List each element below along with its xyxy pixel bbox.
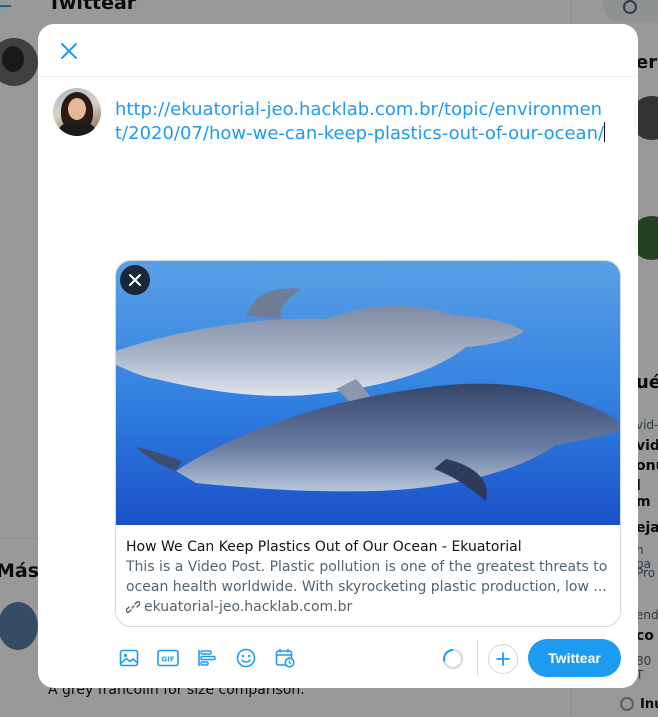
link-preview-card[interactable]: How We Can Keep Plastics Out of Our Ocea… bbox=[115, 260, 621, 627]
text-caret bbox=[604, 122, 606, 142]
remove-card-button[interactable] bbox=[120, 265, 150, 295]
gif-icon: GIF bbox=[156, 649, 179, 667]
user-avatar[interactable] bbox=[53, 88, 101, 136]
poll-button[interactable] bbox=[191, 640, 222, 676]
plus-icon bbox=[496, 652, 510, 666]
link-icon bbox=[126, 601, 140, 613]
close-icon bbox=[129, 274, 141, 286]
modal-header bbox=[38, 24, 638, 77]
media-button[interactable] bbox=[113, 640, 144, 676]
gif-label: GIF bbox=[161, 656, 174, 664]
compose-toolbar: GIF bbox=[113, 640, 300, 676]
link-preview-description: This is a Video Post. Plastic pollution … bbox=[126, 559, 608, 595]
link-preview-domain: ekuatorial-jeo.hacklab.com.br bbox=[144, 599, 353, 615]
close-icon bbox=[61, 43, 77, 59]
schedule-button[interactable] bbox=[269, 640, 300, 676]
emoji-button[interactable] bbox=[230, 640, 261, 676]
close-button[interactable] bbox=[54, 36, 84, 66]
tweet-button[interactable]: Twittear bbox=[528, 639, 621, 677]
dolphins-image bbox=[116, 261, 620, 525]
image-icon bbox=[119, 649, 138, 667]
gif-button[interactable]: GIF bbox=[152, 640, 183, 676]
toolbar-separator bbox=[477, 640, 478, 676]
character-count-ring bbox=[443, 649, 463, 669]
tweet-text-content: http://ekuatorial-jeo.hacklab.com.br/top… bbox=[115, 99, 605, 144]
tweet-textarea[interactable]: http://ekuatorial-jeo.hacklab.com.br/top… bbox=[115, 98, 615, 146]
schedule-icon bbox=[275, 649, 295, 668]
link-preview-body: How We Can Keep Plastics Out of Our Ocea… bbox=[116, 525, 620, 617]
compose-tweet-modal: http://ekuatorial-jeo.hacklab.com.br/top… bbox=[38, 24, 638, 688]
emoji-icon bbox=[236, 648, 255, 668]
link-preview-image bbox=[116, 261, 620, 525]
link-preview-title: How We Can Keep Plastics Out of Our Ocea… bbox=[126, 539, 522, 555]
add-tweet-button[interactable] bbox=[488, 644, 518, 674]
link-preview-domain-row: ekuatorial-jeo.hacklab.com.br bbox=[126, 597, 610, 617]
poll-icon bbox=[197, 650, 216, 666]
